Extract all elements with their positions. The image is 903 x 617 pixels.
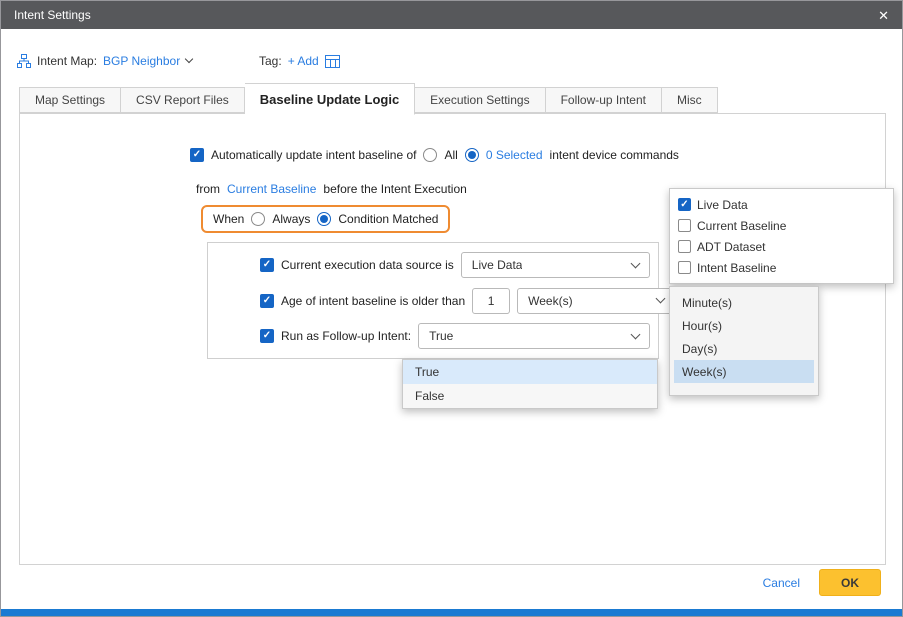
intent-baseline-checkbox[interactable] bbox=[678, 261, 691, 274]
tag-table-icon[interactable] bbox=[325, 55, 340, 68]
auto-update-checkbox[interactable] bbox=[190, 148, 204, 162]
age-unit-select-value: Week(s) bbox=[528, 294, 572, 308]
radio-all-label[interactable]: All bbox=[444, 148, 457, 162]
followup-select[interactable]: True bbox=[418, 323, 650, 349]
dialog-title: Intent Settings bbox=[14, 8, 91, 22]
when-condition-group: When Always Condition Matched bbox=[201, 205, 450, 233]
tab-csv-report-files[interactable]: CSV Report Files bbox=[121, 87, 245, 113]
followup-label: Run as Follow-up Intent: bbox=[281, 329, 411, 343]
menu-item-weeks[interactable]: Week(s) bbox=[674, 360, 814, 383]
radio-always-label[interactable]: Always bbox=[272, 212, 310, 226]
radio-0-selected[interactable] bbox=[465, 148, 479, 162]
current-baseline-checkbox[interactable] bbox=[678, 219, 691, 232]
from-suffix: before the Intent Execution bbox=[323, 182, 466, 196]
adt-dataset-label: ADT Dataset bbox=[697, 240, 765, 254]
menu-item-current-baseline[interactable]: Current Baseline bbox=[670, 215, 893, 236]
tab-map-settings[interactable]: Map Settings bbox=[19, 87, 121, 113]
age-label: Age of intent baseline is older than bbox=[281, 294, 465, 308]
current-baseline-link[interactable]: Current Baseline bbox=[227, 182, 316, 196]
datasource-select-value: Live Data bbox=[472, 258, 523, 272]
intent-map-label: Intent Map: bbox=[37, 54, 97, 68]
add-tag-link[interactable]: + Add bbox=[288, 54, 319, 68]
adt-dataset-checkbox[interactable] bbox=[678, 240, 691, 253]
chevron-down-icon bbox=[631, 258, 641, 268]
chevron-down-icon bbox=[656, 294, 666, 304]
intent-map-row: Intent Map: BGP Neighbor bbox=[17, 49, 192, 73]
datasource-label: Current execution data source is bbox=[281, 258, 454, 272]
tab-execution-settings[interactable]: Execution Settings bbox=[415, 87, 545, 113]
current-baseline-label: Current Baseline bbox=[697, 219, 786, 233]
menu-item-intent-baseline[interactable]: Intent Baseline bbox=[670, 257, 893, 278]
menu-item-false[interactable]: False bbox=[403, 384, 657, 408]
menu-item-minutes[interactable]: Minute(s) bbox=[674, 291, 814, 314]
datasource-select[interactable]: Live Data bbox=[461, 252, 650, 278]
auto-update-suffix: intent device commands bbox=[550, 148, 679, 162]
tab-baseline-update-logic[interactable]: Baseline Update Logic bbox=[245, 83, 415, 115]
ok-button[interactable]: OK bbox=[819, 569, 881, 596]
auto-update-label: Automatically update intent baseline of bbox=[211, 148, 416, 162]
datasource-dropdown-menu: Live Data Current Baseline ADT Dataset I… bbox=[669, 188, 894, 284]
age-unit-select[interactable]: Week(s) bbox=[517, 288, 675, 314]
age-value-group: Week(s) bbox=[472, 288, 675, 314]
dialog-titlebar: Intent Settings ✕ bbox=[1, 1, 902, 29]
when-label: When bbox=[213, 212, 244, 226]
live-data-label: Live Data bbox=[697, 198, 748, 212]
datasource-checkbox[interactable] bbox=[260, 258, 274, 272]
auto-update-row: Automatically update intent baseline of … bbox=[190, 148, 679, 162]
age-checkbox[interactable] bbox=[260, 294, 274, 308]
conditions-panel: Current execution data source is Live Da… bbox=[207, 242, 659, 359]
from-baseline-row: from Current Baseline before the Intent … bbox=[196, 182, 467, 196]
intent-map-value[interactable]: BGP Neighbor bbox=[103, 54, 180, 68]
intent-settings-dialog: Intent Settings ✕ Intent Map: BGP Neighb… bbox=[0, 0, 903, 617]
radio-0-selected-label[interactable]: 0 Selected bbox=[486, 148, 543, 162]
intent-map-icon bbox=[17, 54, 31, 68]
menu-item-adt-dataset[interactable]: ADT Dataset bbox=[670, 236, 893, 257]
radio-condition-matched[interactable] bbox=[317, 212, 331, 226]
tab-follow-up-intent[interactable]: Follow-up Intent bbox=[546, 87, 662, 113]
from-prefix: from bbox=[196, 182, 220, 196]
radio-all[interactable] bbox=[423, 148, 437, 162]
followup-dropdown-menu: True False bbox=[402, 359, 658, 409]
tab-misc[interactable]: Misc bbox=[662, 87, 718, 113]
followup-select-value: True bbox=[429, 329, 453, 343]
radio-always[interactable] bbox=[251, 212, 265, 226]
radio-condition-matched-label[interactable]: Condition Matched bbox=[338, 212, 438, 226]
menu-item-live-data[interactable]: Live Data bbox=[670, 194, 893, 215]
datasource-condition-row: Current execution data source is Live Da… bbox=[260, 252, 650, 278]
menu-item-hours[interactable]: Hour(s) bbox=[674, 314, 814, 337]
intent-baseline-label: Intent Baseline bbox=[697, 261, 776, 275]
age-condition-row: Age of intent baseline is older than Wee… bbox=[260, 288, 650, 314]
unit-dropdown-menu: Minute(s) Hour(s) Day(s) Week(s) bbox=[669, 286, 819, 396]
tag-label: Tag: bbox=[259, 54, 282, 68]
chevron-down-icon[interactable] bbox=[185, 55, 193, 63]
close-icon[interactable]: ✕ bbox=[878, 9, 889, 22]
age-input[interactable] bbox=[472, 288, 510, 314]
menu-item-true[interactable]: True bbox=[403, 360, 657, 384]
followup-checkbox[interactable] bbox=[260, 329, 274, 343]
cancel-button[interactable]: Cancel bbox=[763, 576, 800, 590]
live-data-checkbox[interactable] bbox=[678, 198, 691, 211]
menu-item-days[interactable]: Day(s) bbox=[674, 337, 814, 360]
tab-bar: Map Settings CSV Report Files Baseline U… bbox=[19, 85, 718, 113]
bottom-accent-bar bbox=[1, 609, 902, 616]
tag-row: Tag: + Add bbox=[259, 49, 340, 73]
followup-condition-row: Run as Follow-up Intent: True bbox=[260, 323, 650, 349]
chevron-down-icon bbox=[631, 329, 641, 339]
